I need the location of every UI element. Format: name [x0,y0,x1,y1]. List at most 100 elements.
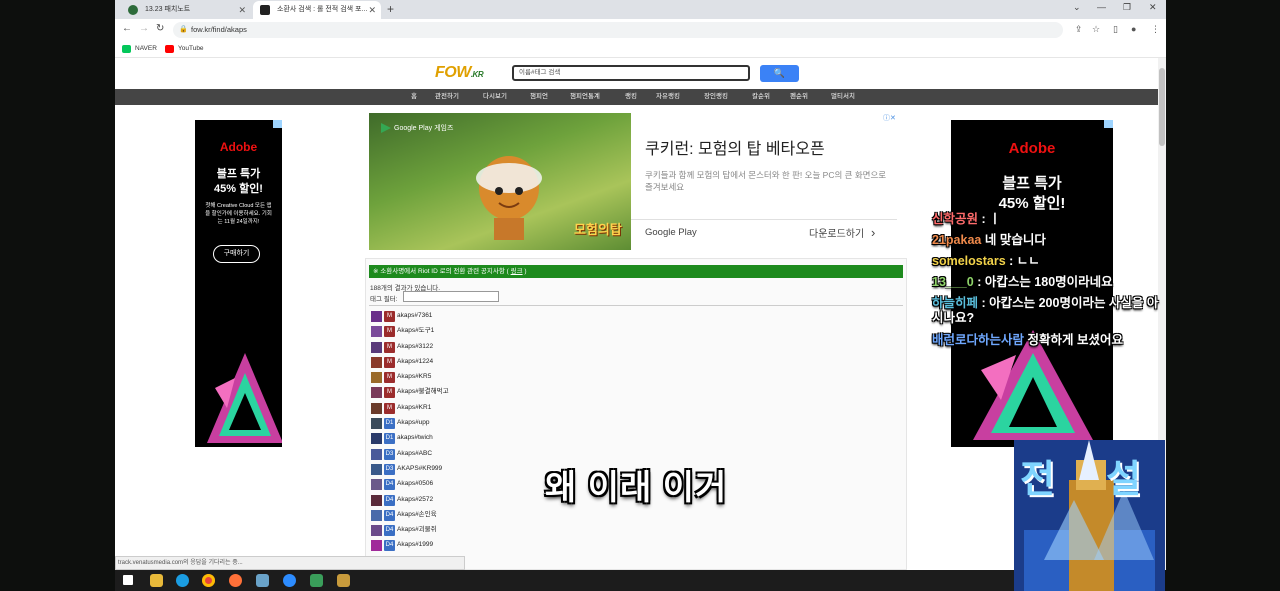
adchoices-icon[interactable] [273,120,282,128]
chevron-right-icon: › [870,225,876,240]
summoner-name-link[interactable]: Akaps#KR5 [397,371,431,383]
fow-favicon-icon [260,5,270,15]
search-button[interactable]: 🔍 [760,65,799,82]
menu-item-flex-ranking[interactable]: 자유랭킹 [656,89,680,105]
adobe-ad-left[interactable]: Adobe 블프 특가 45% 할인! 첫해 Creative Cloud 모든… [195,120,282,447]
app-icon[interactable] [310,574,323,587]
chrome-icon[interactable] [202,574,215,587]
tier-badge: M [384,326,395,338]
menu-item-home[interactable]: 홈 [411,89,417,105]
menu-item-spectate[interactable]: 관전하기 [435,89,459,105]
side-panel-icon[interactable]: ▯ [1113,24,1118,35]
menu-item-pen-ranking[interactable]: 펜순위 [790,89,808,105]
app-icon[interactable] [256,574,269,587]
chat-user: 13___0 [932,275,974,289]
file-explorer-icon[interactable] [150,574,163,587]
new-tab-button[interactable]: + [387,2,394,16]
menu-item-ranking[interactable]: 랭킹 [625,89,637,105]
site-logo[interactable]: FOW.KR [435,64,484,82]
summoner-name-link[interactable]: Akaps#KR1 [397,402,431,414]
menu-item-multisearch[interactable]: 멀티서치 [831,89,855,105]
summoner-name-link[interactable]: Akaps#1999 [397,539,433,551]
browser-toolbar: ← → ↻ 🔒 fow.kr/find/akaps ⇪ ☆ ▯ ● ⋮ [115,19,1166,41]
gp-badge-text: Google Play 게임즈 [394,125,454,132]
summoner-name-link[interactable]: Akaps#손인육 [397,509,437,521]
edge-icon[interactable] [176,574,189,587]
adchoices-icon[interactable]: ⓘ✕ [883,113,896,123]
profile-icon [371,448,382,460]
close-window-button[interactable]: ✕ [1149,2,1157,13]
windows-start-icon[interactable] [123,575,133,585]
close-icon[interactable]: ✕ [368,1,376,19]
profile-icon [371,326,382,338]
summoner-name-link[interactable]: Akaps#0506 [397,478,433,490]
summoner-name-link[interactable]: AKAPS#KR999 [397,463,442,475]
chat-sep: : [978,212,990,226]
bookmarks-bar: NAVER YouTube [115,41,1166,58]
divider [631,219,897,220]
tier-badge: D3 [384,448,395,460]
bookmark-star-icon[interactable]: ☆ [1092,24,1100,35]
download-label: 다운로드하기 [809,229,865,240]
minimize-button[interactable]: — [1097,2,1106,12]
chat-text: ㅣ [989,212,1001,226]
summoner-name-link[interactable]: akaps#twich [397,432,433,444]
forward-icon[interactable]: → [139,23,149,34]
download-link[interactable]: 다운로드하기 › [809,225,875,240]
tab-fow-search[interactable]: 소환사 검색 : 롤 전적 검색 포... ✕ [253,1,381,19]
search-input[interactable]: 이름#태그 검색 [512,65,750,81]
tab-patch-notes[interactable]: 13.23 패치노트 ✕ [121,1,251,19]
summoner-name-link[interactable]: Akaps#1224 [397,356,433,368]
lock-icon: 🔒 [179,26,188,33]
profile-icon [371,525,382,537]
tier-badge: M [384,356,395,368]
summoner-name-link[interactable]: akaps#7361 [397,310,432,322]
summoner-name-link[interactable]: Akaps#2572 [397,494,433,506]
back-icon[interactable]: ← [122,23,132,34]
summoner-name-link[interactable]: Akaps#불결해먹고 [397,386,449,398]
notice-link[interactable]: 링크 [511,268,523,275]
reload-icon[interactable]: ↻ [156,23,164,34]
chat-user: 신학공원 [932,212,979,226]
address-bar[interactable]: 🔒 fow.kr/find/akaps [173,22,1063,38]
store-name: Google Play [645,227,697,238]
chat-sep: : [973,275,985,289]
chat-message: 13___0 : 아캅스는 180명이라네요 [932,275,1113,290]
tier-badge: D4 [384,479,395,491]
profile-icon[interactable]: ● [1131,24,1136,34]
menu-item-replay[interactable]: 다시보기 [483,89,507,105]
summoner-name-link[interactable]: Akaps#도구1 [397,325,434,337]
bookmark-youtube[interactable]: YouTube [165,44,204,54]
share-icon[interactable]: ⇪ [1075,24,1083,35]
menu-item-mastery-ranking[interactable]: 장인랭킹 [704,89,728,105]
webcam-overlay: 전 설 [1014,440,1165,591]
league-client-icon[interactable] [337,574,350,587]
firefox-icon[interactable] [229,574,242,587]
menu-item-kill-ranking[interactable]: 칼순위 [752,89,770,105]
chat-message: somelostars : ㄴㄴ [932,254,1040,269]
menu-kebab-icon[interactable]: ⋮ [1151,24,1160,35]
summoner-name-link[interactable]: Akaps#괴물쥐 [397,524,437,536]
ad-buy-button[interactable]: 구매하기 [213,245,260,263]
tab-search-icon[interactable]: ⌄ [1073,2,1081,13]
bookmark-naver[interactable]: NAVER [122,44,157,54]
summoner-name-link[interactable]: Akaps#ABC [397,448,432,460]
tier-badge: M [384,372,395,384]
scrollbar-thumb[interactable] [1159,68,1165,146]
menu-item-champion-stats[interactable]: 챔피언통계 [570,89,600,105]
menu-item-champion[interactable]: 챔피언 [530,89,548,105]
cookie-run-image: Google Play 게임즈 모험의탑 [369,113,631,250]
adchoices-icon[interactable] [1104,120,1113,128]
bookmark-label: NAVER [135,45,157,52]
profile-icon [371,509,382,521]
tag-filter-input[interactable] [403,291,499,302]
close-icon[interactable]: ✕ [238,1,246,19]
tier-badge: D4 [384,540,395,552]
tier-badge: M [384,402,395,414]
summoner-name-link[interactable]: Akaps#upp [397,417,430,429]
main-menu: 홈 관전하기 다시보기 챔피언 챔피언통계 랭킹 자유랭킹 장인랭킹 칼순위 펜… [115,89,1158,105]
google-play-ad[interactable]: Google Play 게임즈 모험의탑 쿠키런: 모험의 탑 베타오픈 쿠키들… [369,113,903,250]
summoner-name-link[interactable]: Akaps#3122 [397,341,433,353]
zoom-icon[interactable] [283,574,296,587]
maximize-button[interactable]: ❐ [1123,2,1131,13]
